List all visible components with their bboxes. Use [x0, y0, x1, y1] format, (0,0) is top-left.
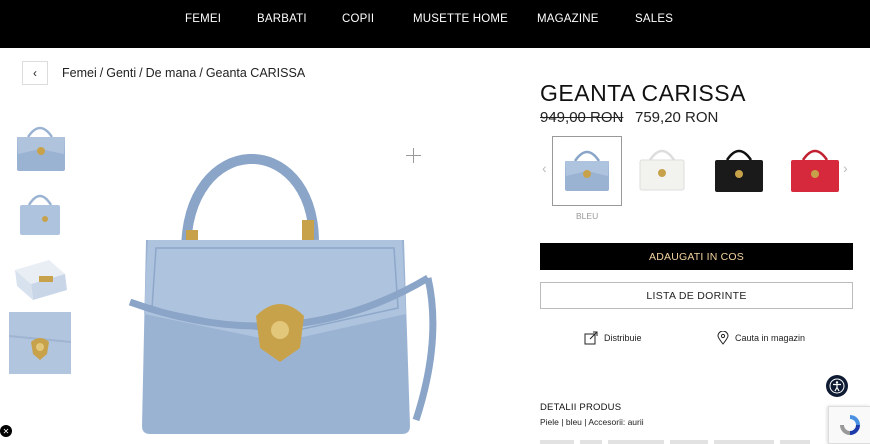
bag-thumbnail-image [9, 312, 71, 374]
bag-thumbnail-image [17, 126, 65, 171]
breadcrumb: Femei / Genti / De mana / Geanta CARISSA [62, 66, 305, 80]
thumbnail-front[interactable] [9, 117, 71, 179]
back-button[interactable]: ‹ [22, 61, 48, 85]
location-pin-icon [717, 331, 729, 345]
accessibility-icon [829, 378, 845, 394]
nav-item-magazine[interactable]: MAGAZINE [537, 13, 599, 25]
product-details-text: Piele | bleu | Accesorii: aurii [540, 417, 644, 427]
nav-item-copii[interactable]: COPII [342, 13, 374, 25]
breadcrumb-item-genti[interactable]: Genti [106, 66, 136, 80]
nav-item-sales[interactable]: SALES [635, 13, 673, 25]
recaptcha-icon [839, 415, 860, 435]
breadcrumb-item-de-mana[interactable]: De mana [146, 66, 197, 80]
thumbnail-detail[interactable] [9, 312, 71, 374]
share-label: Distribuie [604, 333, 642, 343]
accessibility-button[interactable] [826, 375, 848, 397]
chevron-right-icon[interactable]: › [843, 160, 848, 176]
thumbnail-side[interactable] [9, 183, 71, 245]
bag-variant-image [565, 150, 609, 191]
breadcrumb-item-femei[interactable]: Femei [62, 66, 97, 80]
bag-thumbnail-image [20, 194, 60, 235]
add-to-cart-button[interactable]: ADAUGATI IN COS [540, 243, 853, 270]
wishlist-button[interactable]: LISTA DE DORINTE [540, 282, 853, 309]
find-in-store-label: Cauta in magazin [735, 333, 806, 343]
nav-item-femei[interactable]: FEMEI [185, 13, 221, 25]
nav-item-musette-home[interactable]: MUSETTE HOME [413, 13, 508, 25]
recaptcha-badge[interactable] [828, 406, 870, 444]
old-price: 949,00 RON [540, 109, 624, 126]
product-details-heading: DETALII PRODUS [540, 402, 622, 413]
breadcrumb-separator: / [139, 66, 143, 80]
thumbnail-open[interactable] [9, 250, 71, 312]
close-icon[interactable]: ✕ [0, 425, 12, 437]
nav-item-barbati[interactable]: BARBATI [257, 13, 307, 25]
bag-variant-image [639, 149, 685, 191]
bag-thumbnail-image [15, 260, 67, 300]
bag-variant-image [791, 149, 839, 192]
product-title: GEANTA CARISSA [540, 80, 746, 106]
bag-variant-image [715, 149, 763, 192]
color-variant-bleu[interactable] [552, 136, 622, 206]
breadcrumb-item-current: Geanta CARISSA [205, 66, 306, 80]
cut-off-description-text [540, 440, 810, 444]
share-button[interactable]: Distribuie [584, 331, 642, 345]
selected-color-label: BLEU [576, 211, 599, 221]
chevron-left-icon: ‹ [33, 66, 37, 80]
color-variant-red[interactable] [781, 136, 851, 206]
share-icon [584, 331, 598, 345]
color-variant-white[interactable] [628, 136, 698, 206]
top-navigation: FEMEI BARBATI COPII MUSETTE HOME MAGAZIN… [0, 0, 870, 48]
color-variant-black[interactable] [705, 136, 775, 206]
current-price: 759,20 RON [635, 109, 719, 126]
find-in-store-button[interactable]: Cauta in magazin [717, 331, 805, 345]
chevron-left-icon[interactable]: ‹ [542, 160, 547, 176]
breadcrumb-separator: / [99, 66, 104, 80]
breadcrumb-separator: / [199, 66, 203, 80]
main-product-image[interactable] [120, 130, 450, 444]
